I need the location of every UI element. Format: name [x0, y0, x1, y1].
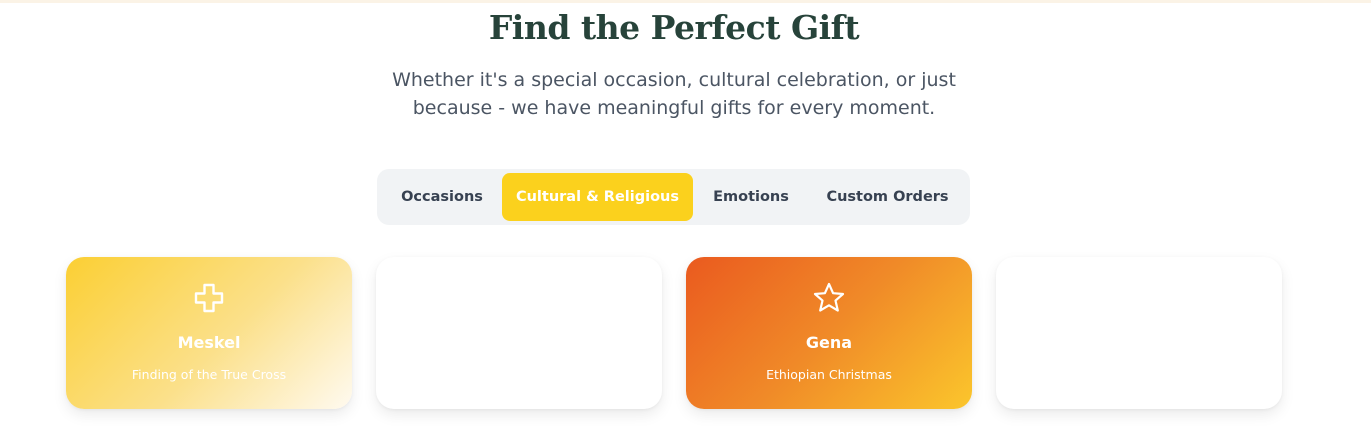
gift-card-gena[interactable]: Gena Ethiopian Christmas — [686, 257, 972, 409]
page-title: Find the Perfect Gift — [488, 8, 860, 47]
tab-emotions[interactable]: Emotions — [695, 173, 807, 221]
card-title: Meskel — [177, 333, 241, 352]
card-title: Gena — [805, 333, 853, 352]
card-subtitle: Ethiopian Christmas — [766, 367, 892, 382]
gift-card-empty[interactable] — [996, 257, 1282, 409]
star-icon — [813, 282, 845, 312]
top-divider — [0, 0, 1371, 3]
page-subtitle: Whether it's a special occasion, cultura… — [392, 69, 956, 119]
category-tab-bar: Occasions Cultural & Religious Emotions … — [377, 169, 970, 225]
gift-card-empty[interactable] — [376, 257, 662, 409]
tab-occasions[interactable]: Occasions — [381, 173, 503, 221]
cross-icon — [194, 283, 224, 313]
card-subtitle: Finding of the True Cross — [131, 367, 287, 382]
gift-card-meskel[interactable]: Meskel Finding of the True Cross — [66, 257, 352, 409]
tab-cultural-religious[interactable]: Cultural & Religious — [502, 173, 693, 221]
tab-custom-orders[interactable]: Custom Orders — [809, 173, 966, 221]
